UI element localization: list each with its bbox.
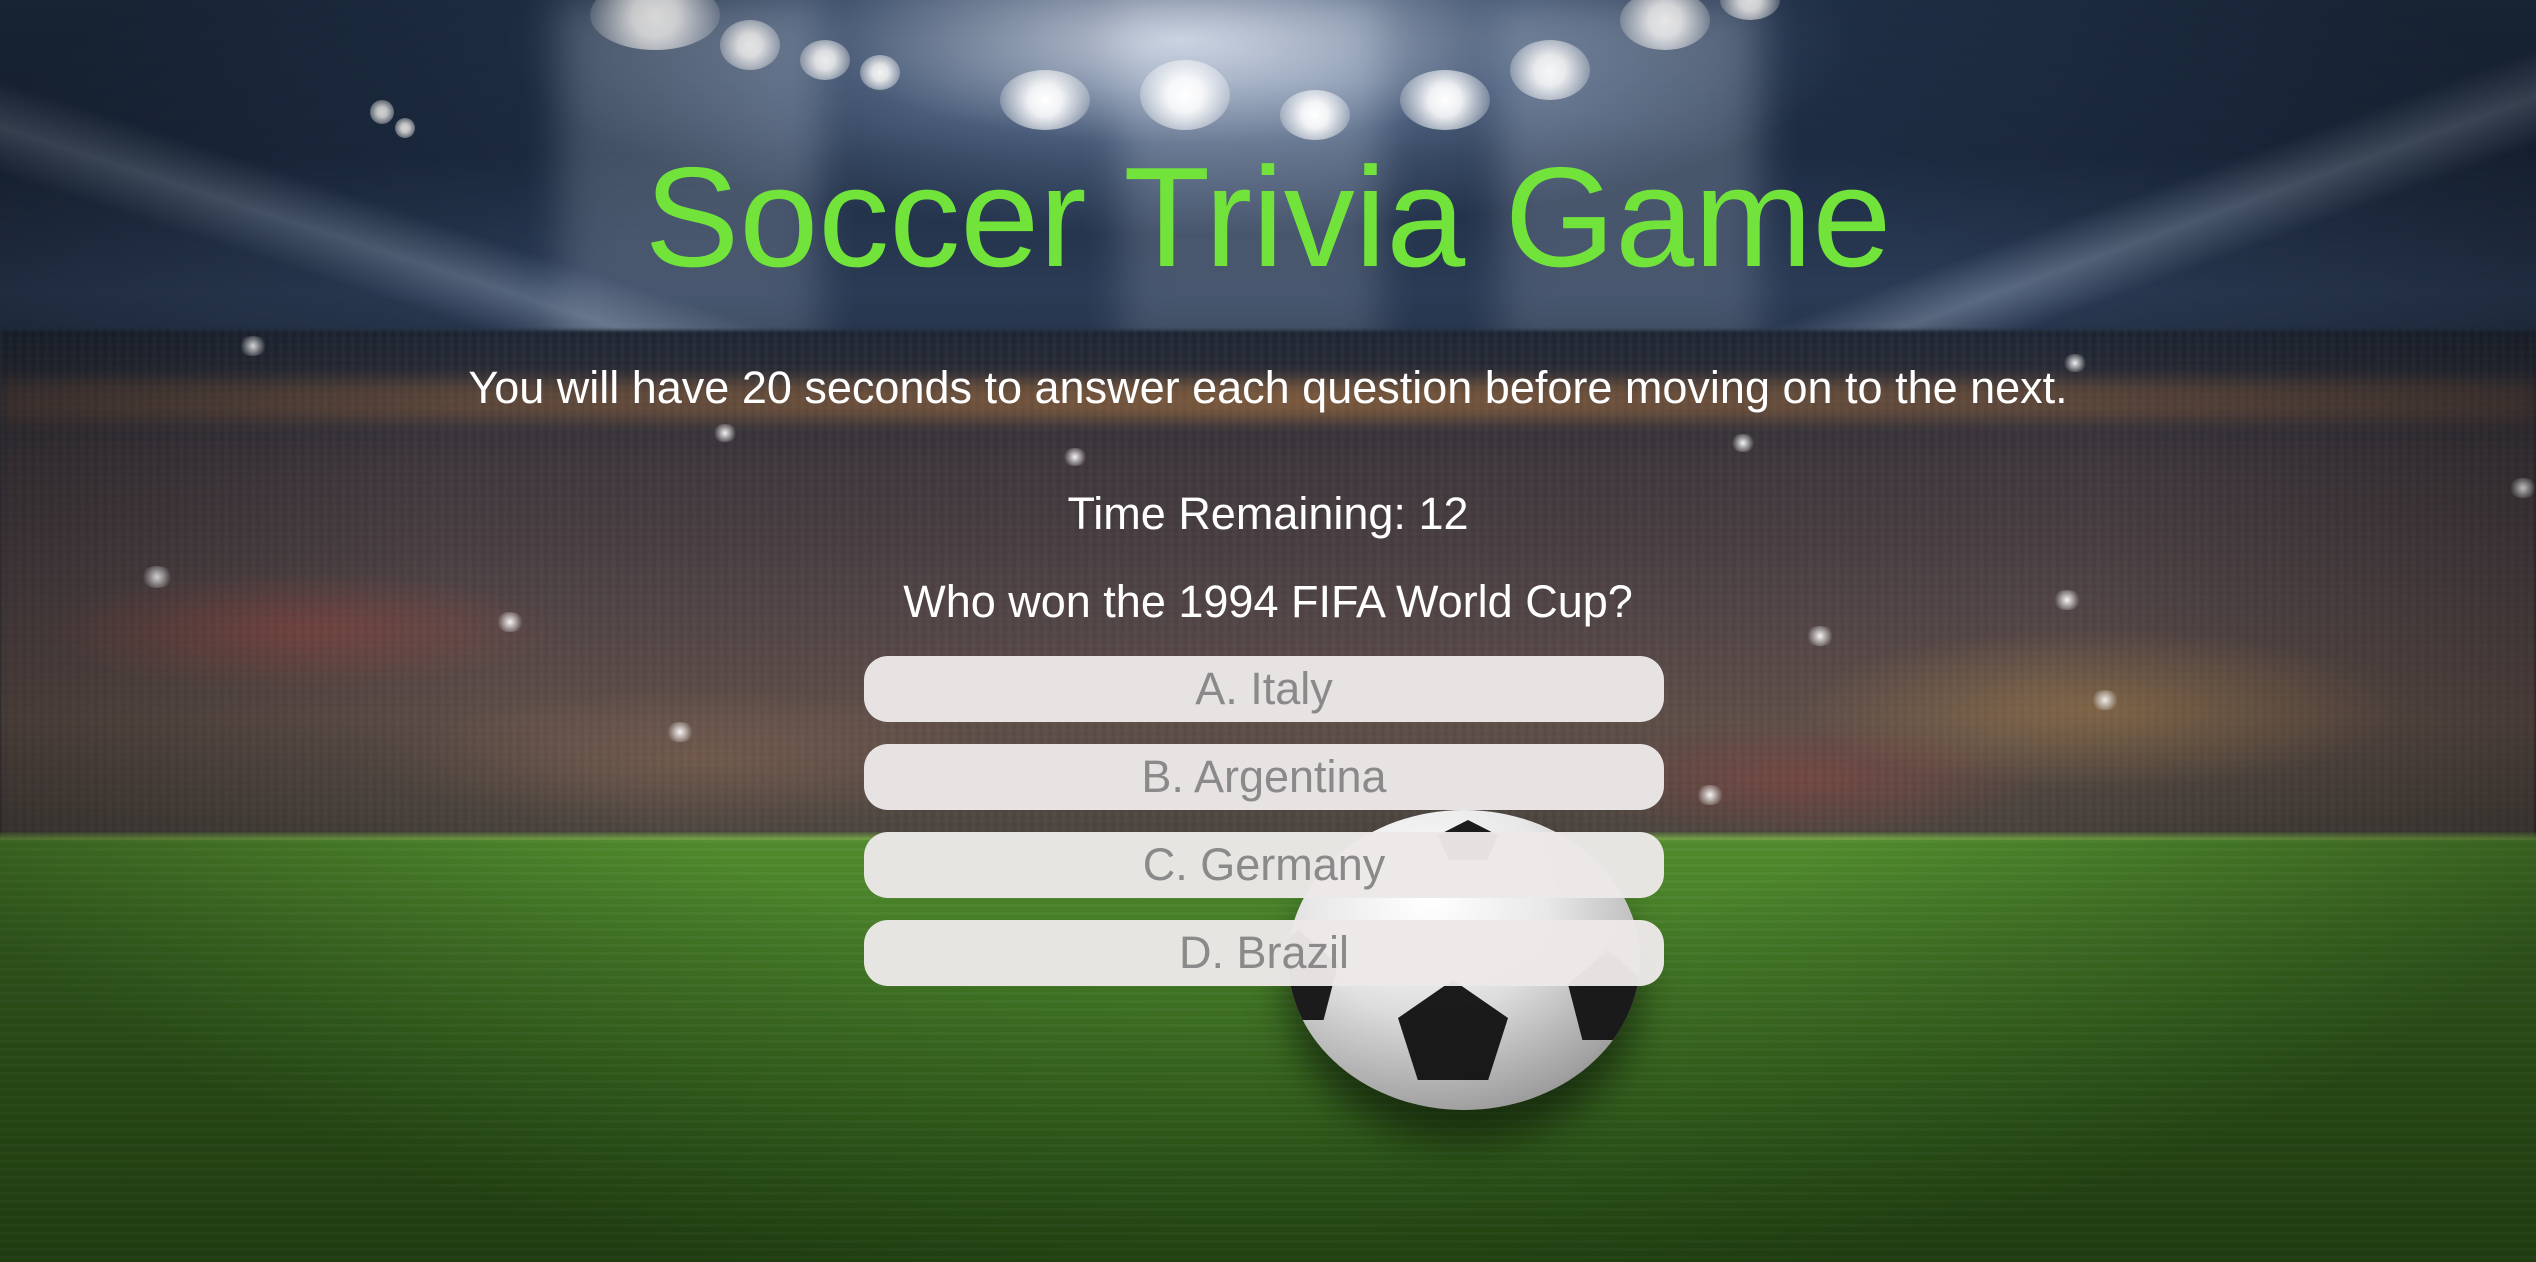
timer-label: Time Remaining: [1067, 488, 1406, 539]
trivia-panel: Soccer Trivia Game You will have 20 seco… [0, 0, 2536, 1262]
instructions-text: You will have 20 seconds to answer each … [468, 362, 2068, 413]
answer-button-a[interactable]: A. Italy [864, 656, 1664, 722]
question-text: Who won the 1994 FIFA World Cup? [903, 576, 1633, 627]
answer-button-c[interactable]: C. Germany [864, 832, 1664, 898]
answer-list: A. Italy B. Argentina C. Germany D. Braz… [864, 656, 1664, 1008]
timer-display: Time Remaining: 12 [0, 484, 2536, 544]
page-title: Soccer Trivia Game [644, 138, 1892, 297]
game-screen: Soccer Trivia Game You will have 20 seco… [0, 0, 2536, 1262]
timer-value: 12 [1418, 488, 1469, 539]
answer-button-b[interactable]: B. Argentina [864, 744, 1664, 810]
answer-button-d[interactable]: D. Brazil [864, 920, 1664, 986]
